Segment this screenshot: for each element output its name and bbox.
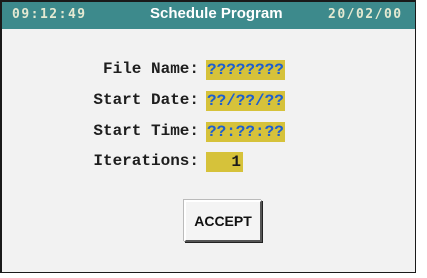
page-title: Schedule Program [150, 5, 283, 22]
accept-button[interactable]: ACCEPT [184, 200, 262, 242]
clock-date: 20/02/00 [328, 7, 403, 22]
iterations-label: Iterations: [93, 152, 199, 170]
start-date-field[interactable]: ??/??/?? [206, 91, 285, 111]
start-time-field[interactable]: ??:??:?? [206, 122, 285, 142]
start-date-label: Start Date: [93, 91, 199, 109]
iterations-field[interactable]: 1 [206, 152, 243, 172]
file-name-label: File Name: [102, 60, 199, 78]
file-name-field[interactable]: ???????? [206, 60, 285, 80]
schedule-program-window: 09:12:49 Schedule Program 20/02/00 File … [0, 0, 416, 273]
clock-time: 09:12:49 [12, 7, 87, 22]
title-bar: 09:12:49 Schedule Program 20/02/00 [2, 2, 415, 29]
start-time-label: Start Time: [93, 122, 199, 140]
